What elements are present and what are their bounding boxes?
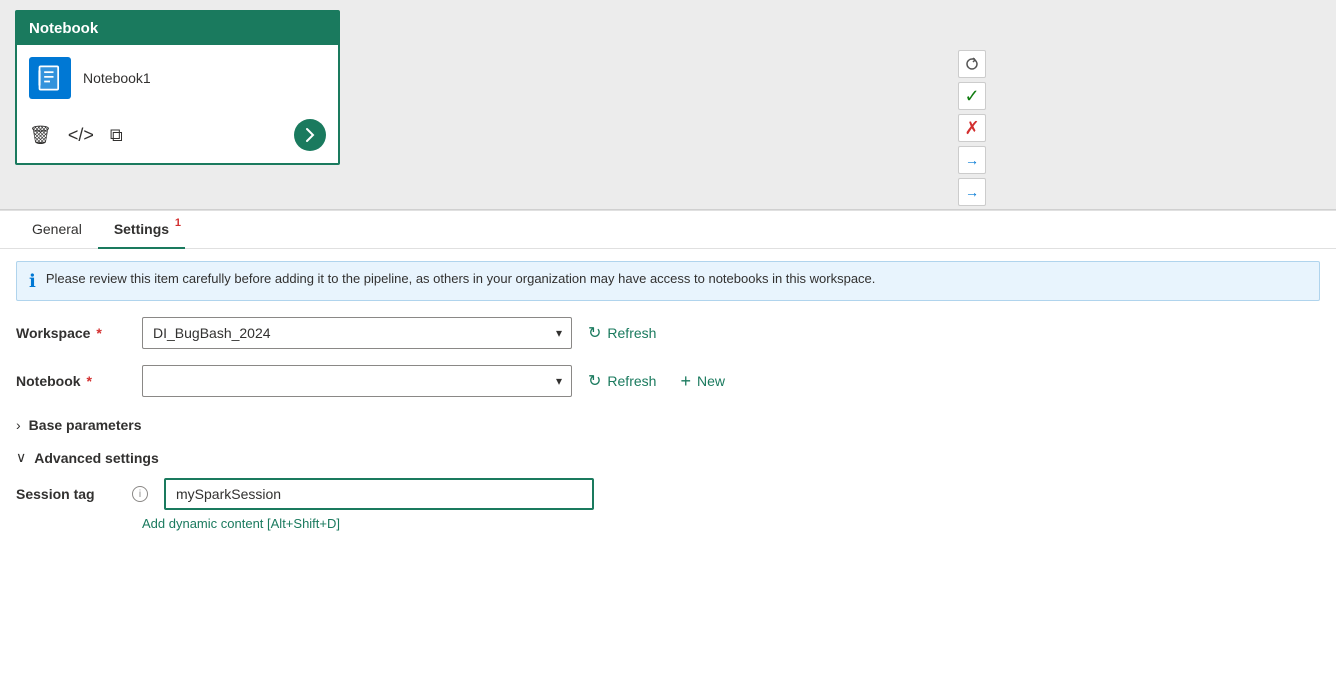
base-parameters-chevron-icon: › <box>16 417 21 433</box>
cancel-button[interactable]: ✗ <box>958 114 986 142</box>
form-section: Workspace * DI_BugBash_2024 ▾ ↻ Refresh … <box>0 313 1336 401</box>
notebook-name: Notebook1 <box>83 70 151 86</box>
tab-general[interactable]: General <box>16 211 98 249</box>
advanced-settings-label: Advanced settings <box>34 450 158 466</box>
workspace-row: Workspace * DI_BugBash_2024 ▾ ↻ Refresh <box>16 317 1320 349</box>
main-container: Notebook Notebook1 🗑 </> ⧉ <box>0 0 1336 677</box>
session-tag-section: Session tag i Add dynamic content [Alt+S… <box>0 474 1336 535</box>
canvas-side-buttons: ✓ ✗ → → <box>958 50 986 206</box>
info-text: Please review this item carefully before… <box>46 270 876 288</box>
tabs-row: General Settings 1 <box>0 211 1336 249</box>
new-plus-icon: + <box>680 372 691 390</box>
advanced-settings-chevron-icon: ∨ <box>16 449 26 466</box>
notebook-label: Notebook * <box>16 373 126 389</box>
workspace-refresh-icon: ↻ <box>588 323 601 343</box>
arrow-button-2[interactable]: → <box>958 178 986 206</box>
notebook-select-wrapper: ▾ <box>142 365 572 397</box>
workspace-select-wrapper: DI_BugBash_2024 ▾ <box>142 317 572 349</box>
notebook-icon <box>29 57 71 99</box>
session-tag-row: Session tag i <box>16 478 1320 510</box>
workspace-select[interactable]: DI_BugBash_2024 <box>142 317 572 349</box>
settings-badge: 1 <box>175 217 181 229</box>
go-button[interactable] <box>294 119 326 151</box>
workspace-label: Workspace * <box>16 325 126 341</box>
session-tag-label: Session tag <box>16 486 126 502</box>
notebook-card-header: Notebook <box>17 12 338 45</box>
notebook-card: Notebook Notebook1 🗑 </> ⧉ <box>15 10 340 165</box>
base-parameters-section[interactable]: › Base parameters <box>16 413 1320 437</box>
redo-icon <box>965 57 979 71</box>
notebook-refresh-icon: ↻ <box>588 371 601 391</box>
session-tag-info-icon[interactable]: i <box>132 486 148 502</box>
copy-icon[interactable]: ⧉ <box>110 125 123 146</box>
settings-panel: General Settings 1 ℹ Please review this … <box>0 210 1336 677</box>
arrow-right-icon <box>301 126 319 144</box>
notebook-row: Notebook * ▾ ↻ Refresh + New <box>16 365 1320 397</box>
info-icon: ℹ <box>29 271 36 292</box>
arrow-button-1[interactable]: → <box>958 146 986 174</box>
dynamic-content-link[interactable]: Add dynamic content [Alt+Shift+D] <box>142 516 1320 531</box>
workspace-required: * <box>92 325 101 341</box>
notebook-card-actions: 🗑 </> ⧉ <box>17 111 338 163</box>
notebook-card-body: Notebook1 <box>17 45 338 111</box>
advanced-settings-section[interactable]: ∨ Advanced settings <box>16 445 1320 470</box>
session-tag-input[interactable] <box>164 478 594 510</box>
new-notebook-button[interactable]: + New <box>680 372 725 390</box>
info-banner: ℹ Please review this item carefully befo… <box>16 261 1320 301</box>
notebook-svg-icon <box>36 64 64 92</box>
notebook-select[interactable] <box>142 365 572 397</box>
confirm-button[interactable]: ✓ <box>958 82 986 110</box>
tab-settings[interactable]: Settings 1 <box>98 211 185 249</box>
redo-button[interactable] <box>958 50 986 78</box>
workspace-refresh-button[interactable]: ↻ Refresh <box>588 323 656 343</box>
base-parameters-label: Base parameters <box>29 417 142 433</box>
notebook-refresh-button[interactable]: ↻ Refresh <box>588 371 656 391</box>
notebook-required: * <box>83 373 92 389</box>
delete-icon[interactable]: 🗑 <box>29 125 52 146</box>
code-icon[interactable]: </> <box>68 125 94 146</box>
session-label-group: Session tag i <box>16 486 148 502</box>
canvas-area: Notebook Notebook1 🗑 </> ⧉ <box>0 0 1336 210</box>
